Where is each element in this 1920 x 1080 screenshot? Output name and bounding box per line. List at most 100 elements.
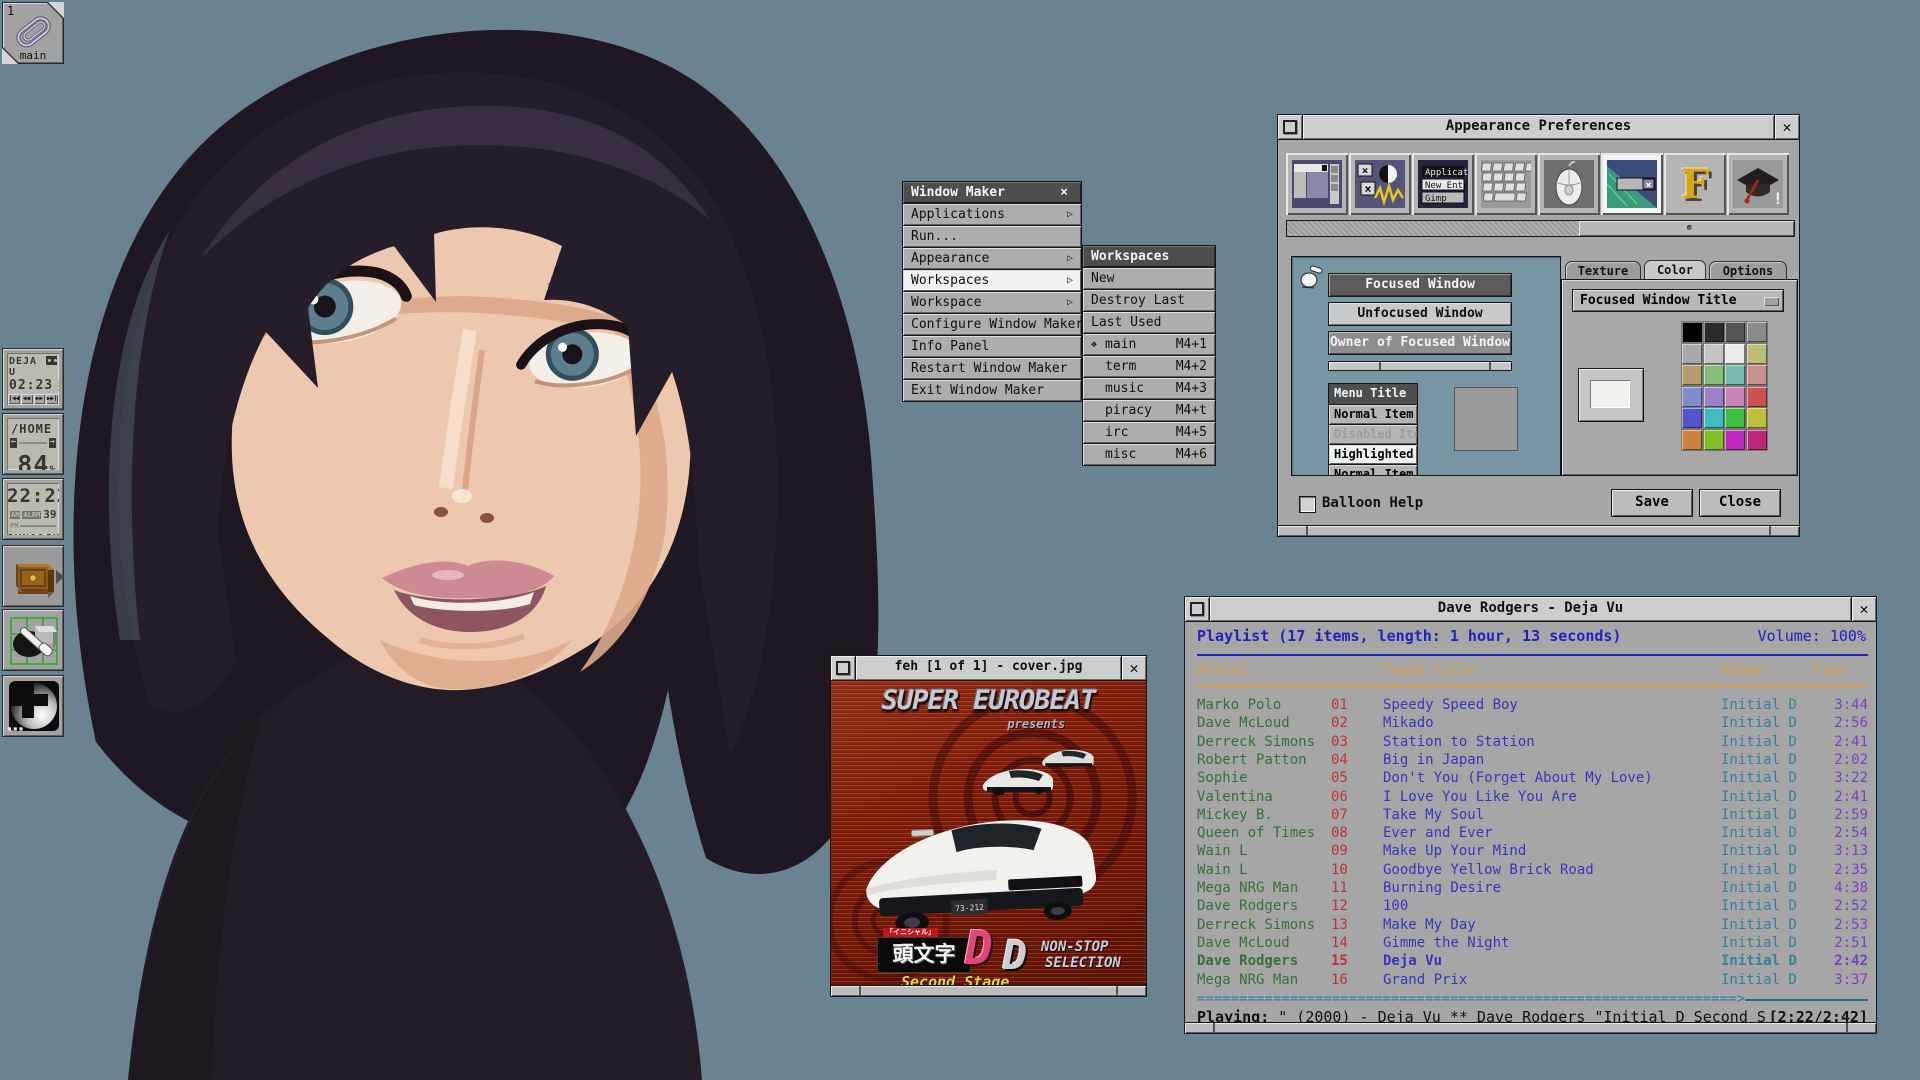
track-row[interactable]: Robert Patton04Big in JapanInitial D2:02: [1185, 751, 1876, 769]
root-menu-item-workspaces[interactable]: Workspaces▷: [902, 270, 1082, 292]
root-menu-titlebar[interactable]: Window Maker ×: [902, 181, 1082, 204]
track-row[interactable]: Valentina06I Love You Like You AreInitia…: [1185, 788, 1876, 806]
tab-color[interactable]: Color: [1644, 260, 1706, 281]
palette-swatch[interactable]: [1682, 344, 1702, 364]
player-titlebar[interactable]: Dave Rodgers - Deja Vu ✕: [1185, 597, 1876, 622]
track-row[interactable]: Marko Polo01Speedy Speed BoyInitial D3:4…: [1185, 696, 1876, 714]
palette-swatch[interactable]: [1747, 365, 1767, 385]
appearance-icon[interactable]: ×: [1601, 153, 1663, 215]
workspaces-menu-item-piracy[interactable]: piracyM4+t: [1082, 400, 1216, 422]
feh-image-view[interactable]: SUPER EUROBEAT presents: [831, 681, 1146, 988]
palette-swatch[interactable]: [1725, 344, 1745, 364]
preview-menu-item[interactable]: Disabled Item: [1328, 425, 1418, 445]
palette-swatch[interactable]: [1725, 322, 1745, 342]
music-rew-button[interactable]: ◀◀: [21, 394, 33, 404]
track-row[interactable]: Dave Rodgers15Deja VuInitial D2:42: [1185, 952, 1876, 970]
palette-swatch[interactable]: [1747, 387, 1767, 407]
music-ff-button[interactable]: ▶▶: [34, 394, 46, 404]
palette-swatch[interactable]: [1747, 322, 1767, 342]
feh-close-button[interactable]: ✕: [1121, 656, 1146, 680]
track-progress[interactable]: ========================================…: [1197, 991, 1868, 1007]
root-menu-item-configure-window-maker[interactable]: Configure Window Maker: [902, 314, 1082, 336]
workspaces-menu-item-destroy-last[interactable]: Destroy Last: [1082, 290, 1216, 312]
disk-prev-button[interactable]: ←: [10, 438, 17, 448]
track-row[interactable]: Queen of Times08Ever and EverInitial D2:…: [1185, 824, 1876, 842]
track-row[interactable]: Derreck Simons13Make My DayInitial D2:53: [1185, 916, 1876, 934]
root-menu-item-run[interactable]: Run...: [902, 226, 1082, 248]
workspaces-menu-titlebar[interactable]: Workspaces: [1082, 245, 1216, 268]
preview-focused-titlebar[interactable]: Focused Window: [1328, 273, 1512, 297]
palette-swatch[interactable]: [1747, 408, 1767, 428]
palette-swatch[interactable]: [1725, 408, 1745, 428]
tab-options[interactable]: Options: [1709, 261, 1787, 281]
root-menu-item-applications[interactable]: Applications▷: [902, 204, 1082, 226]
track-row[interactable]: Derreck Simons03Station to StationInitia…: [1185, 733, 1876, 751]
workspaces-menu-item-new[interactable]: New: [1082, 268, 1216, 290]
expert-icon[interactable]: !: [1727, 153, 1789, 215]
workspace-clip[interactable]: 1 main: [2, 2, 64, 64]
palette-swatch[interactable]: [1682, 387, 1702, 407]
save-button[interactable]: Save: [1611, 489, 1693, 517]
preview-menu-item[interactable]: Normal Item: [1328, 405, 1418, 425]
workspaces-menu-item-term[interactable]: termM4+2: [1082, 356, 1216, 378]
tab-texture[interactable]: Texture: [1565, 261, 1641, 281]
workspaces-menu-item-main[interactable]: ❖mainM4+1: [1082, 334, 1216, 356]
preview-menu-item[interactable]: Normal Item: [1328, 465, 1418, 476]
preview-owner-titlebar[interactable]: Owner of Focused Window: [1328, 331, 1512, 355]
menu-prefs-icon[interactable]: ApplicatiNew Entr|Gimp: [1412, 153, 1474, 215]
palette-swatch[interactable]: [1747, 344, 1767, 364]
preview-icon-swatch[interactable]: [1454, 387, 1518, 451]
preview-resizebar[interactable]: [1328, 361, 1512, 371]
palette-swatch[interactable]: [1747, 430, 1767, 450]
workspaces-menu-item-misc[interactable]: miscM4+6: [1082, 444, 1216, 466]
root-menu-item-workspace[interactable]: Workspace▷: [902, 292, 1082, 314]
keyboard-icon[interactable]: [1475, 153, 1537, 215]
feh-titlebar[interactable]: feh [1 of 1] - cover.jpg ✕: [831, 656, 1146, 681]
palette-swatch[interactable]: [1704, 387, 1724, 407]
track-row[interactable]: Sophie05Don't You (Forget About My Love)…: [1185, 769, 1876, 787]
track-row[interactable]: Mega NRG Man11Burning DesireInitial D4:3…: [1185, 879, 1876, 897]
track-row[interactable]: Dave McLoud14Gimme the NightInitial D2:5…: [1185, 934, 1876, 952]
dockapp-music-player[interactable]: DEJA U 02:23 ⋮ 15 |◀◀ ◀◀ ▶▶ ▶▶| ▲ ▶ ❙❙ ■: [2, 348, 64, 410]
workspaces-menu-item-last-used[interactable]: Last Used: [1082, 312, 1216, 334]
player-miniaturize-button[interactable]: [1185, 597, 1210, 621]
prefs-titlebar[interactable]: Appearance Preferences ✕: [1278, 115, 1799, 140]
root-menu-item-exit-window-maker[interactable]: Exit Window Maker: [902, 380, 1082, 402]
palette-swatch[interactable]: [1704, 430, 1724, 450]
palette-swatch[interactable]: [1682, 322, 1702, 342]
track-row[interactable]: Mega NRG Man16Grand PrixInitial D3:37: [1185, 971, 1876, 989]
selected-color-well[interactable]: [1578, 368, 1644, 422]
preview-unfocused-titlebar[interactable]: Unfocused Window: [1328, 302, 1512, 326]
palette-swatch[interactable]: [1704, 344, 1724, 364]
palette-swatch[interactable]: [1682, 430, 1702, 450]
track-row[interactable]: Wain L10Goodbye Yellow Brick RoadInitial…: [1185, 861, 1876, 879]
track-row[interactable]: Mickey B.07Take My SoulInitial D2:59: [1185, 806, 1876, 824]
window-handling-icon[interactable]: ××: [1349, 153, 1411, 215]
color-target-dropdown[interactable]: Focused Window Title: [1572, 289, 1784, 312]
palette-swatch[interactable]: [1704, 365, 1724, 385]
dockapp-config-tool[interactable]: [2, 609, 64, 671]
music-next-button[interactable]: ▶▶|: [46, 394, 58, 404]
palette-swatch[interactable]: [1704, 322, 1724, 342]
root-menu-close-icon[interactable]: ×: [1055, 182, 1073, 203]
icon-strip-scrollbar[interactable]: [1286, 220, 1795, 237]
feh-resizebar[interactable]: [831, 985, 1146, 996]
workspaces-menu-item-music[interactable]: musicM4+3: [1082, 378, 1216, 400]
prefs-resizebar[interactable]: [1278, 525, 1799, 536]
window-focus-icon[interactable]: [1286, 153, 1348, 215]
icon-strip-scrollbar-thumb[interactable]: [1579, 221, 1794, 236]
track-row[interactable]: Dave McLoud02MikadoInitial D2:56: [1185, 714, 1876, 732]
dockapp-disk-monitor[interactable]: /HOME ← → 84%: [2, 413, 64, 475]
palette-swatch[interactable]: [1682, 365, 1702, 385]
mouse-icon[interactable]: [1538, 153, 1600, 215]
player-resizebar[interactable]: [1185, 1022, 1876, 1033]
close-button[interactable]: Close: [1699, 489, 1781, 517]
player-close-button[interactable]: ✕: [1851, 597, 1876, 621]
root-menu-item-restart-window-maker[interactable]: Restart Window Maker: [902, 358, 1082, 380]
disk-next-button[interactable]: →: [49, 438, 56, 448]
palette-swatch[interactable]: [1725, 430, 1745, 450]
dockapp-clock[interactable]: 22:22 AM ALRM 39 PM SUN09JUL: [2, 478, 64, 540]
preview-menu-title[interactable]: Menu Title: [1328, 383, 1418, 405]
font-icon[interactable]: F: [1664, 153, 1726, 215]
root-menu-item-info-panel[interactable]: Info Panel: [902, 336, 1082, 358]
